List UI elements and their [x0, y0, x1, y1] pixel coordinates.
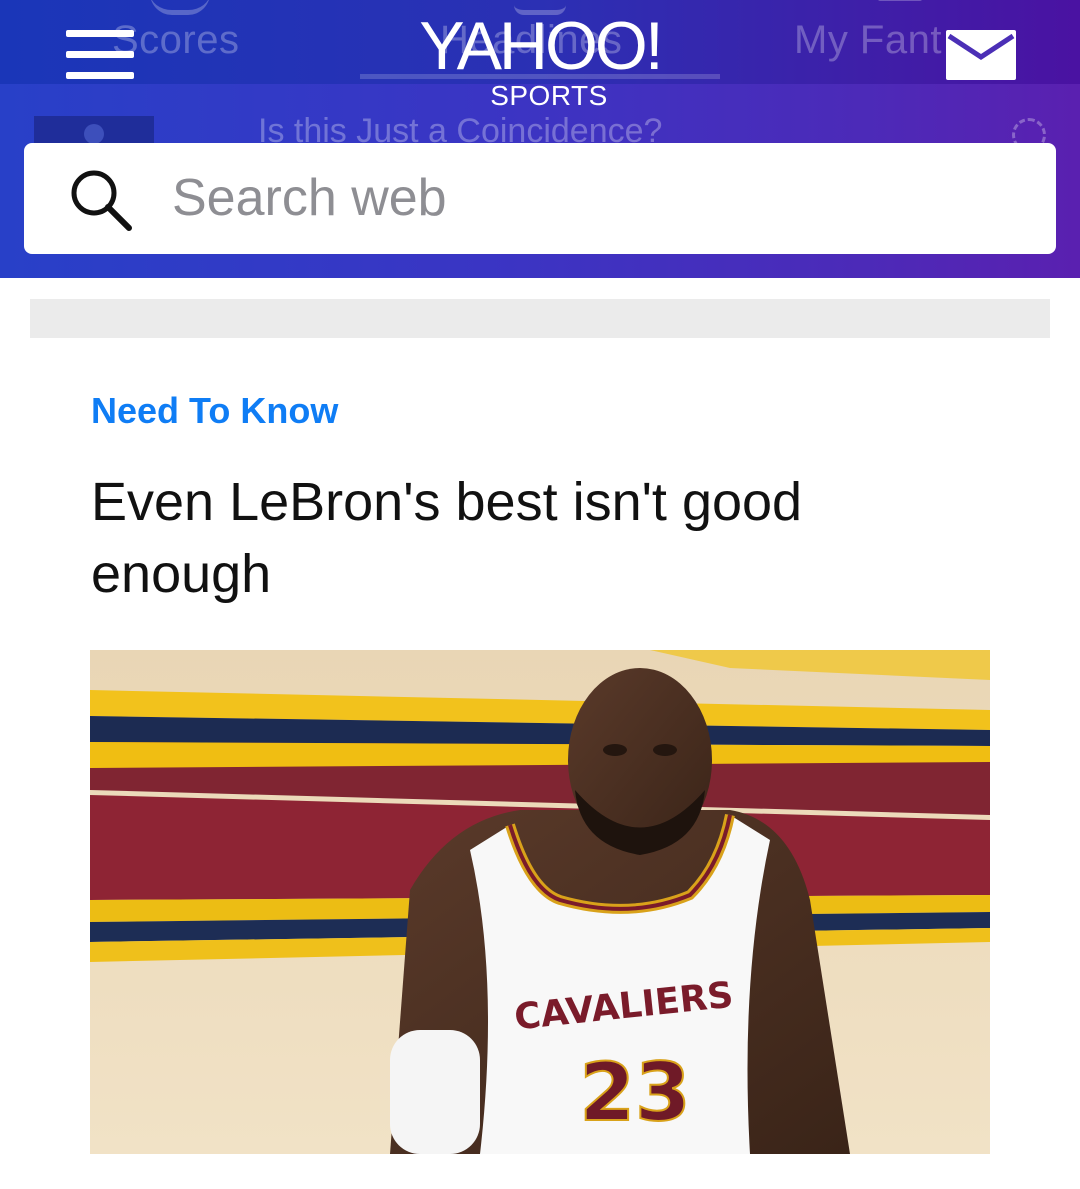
article-category-label[interactable]: Need To Know — [91, 390, 338, 432]
menu-line — [66, 72, 134, 79]
tab-my-fantasy[interactable]: My Fant — [794, 18, 942, 63]
app-header: Scores Headlines My Fant Is this Just a … — [0, 0, 1080, 278]
search-bar[interactable] — [24, 143, 1056, 254]
search-magnifier-icon — [71, 170, 132, 231]
article-hero-image[interactable]: CAVALIERS 23 — [90, 650, 990, 1154]
background-story-thumbnail — [34, 116, 154, 146]
jersey-number: 23 — [579, 1046, 690, 1139]
article-headline[interactable]: Even LeBron's best isn't good enough — [91, 466, 991, 610]
menu-line — [66, 51, 134, 58]
fantasy-tab-icon — [878, 0, 922, 1]
search-input[interactable] — [172, 165, 1032, 231]
menu-line — [66, 30, 134, 37]
mail-envelope-icon[interactable] — [946, 30, 1016, 80]
hamburger-menu-icon[interactable] — [66, 30, 134, 82]
sports-logo-subtitle: SPORTS — [490, 80, 608, 111]
yahoo-logo[interactable]: YAHOO! — [388, 6, 692, 86]
ad-placeholder-bar — [30, 299, 1050, 338]
basketball-player-photo: CAVALIERS 23 — [90, 650, 990, 1154]
